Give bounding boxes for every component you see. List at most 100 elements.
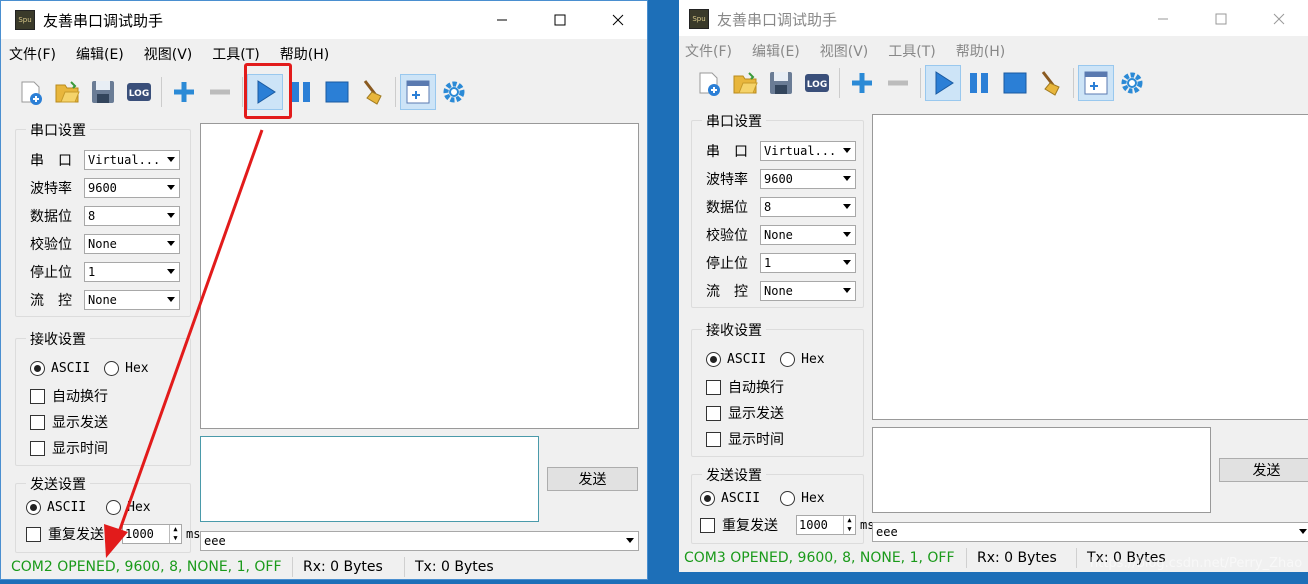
stopbits-label: 停止位 (706, 256, 748, 272)
svg-text:LOG: LOG (129, 89, 149, 99)
broom-clear-icon[interactable] (355, 74, 391, 110)
repeat-interval-spinbox[interactable]: 1000 ▲ ▼ (122, 524, 182, 544)
chevron-down-icon (843, 148, 851, 153)
baud-select[interactable]: 9600 (84, 178, 180, 198)
save-icon[interactable] (85, 74, 121, 110)
menu-view[interactable]: 视图(V) (818, 41, 871, 61)
port-select[interactable]: Virtual... (760, 141, 856, 161)
add-icon[interactable] (166, 74, 202, 110)
show-time-checkbox[interactable] (706, 431, 721, 447)
show-send-row: 显示发送 (30, 412, 108, 432)
menu-tools[interactable]: 工具(T) (886, 41, 937, 61)
receive-hex-label: Hex (801, 352, 825, 367)
port-select[interactable]: Virtual... (84, 150, 180, 170)
pause-icon[interactable] (961, 65, 997, 101)
chevron-down-icon (843, 288, 851, 293)
stop-icon[interactable] (319, 74, 355, 110)
receive-hex-radio[interactable] (780, 352, 796, 367)
menu-help[interactable]: 帮助(H) (954, 41, 1007, 61)
spin-up-icon[interactable]: ▲ (170, 525, 181, 534)
minimize-button[interactable] (1134, 0, 1192, 38)
close-button[interactable] (589, 1, 647, 39)
send-ascii-radio[interactable] (26, 500, 41, 515)
port-row: 串 口 Virtual... (30, 150, 180, 170)
spin-down-icon[interactable]: ▼ (844, 525, 855, 534)
log-icon[interactable]: LOG (121, 74, 157, 110)
minimize-button[interactable] (473, 1, 531, 39)
stopbits-select[interactable]: 1 (760, 253, 856, 273)
menu-edit[interactable]: 编辑(E) (74, 44, 126, 64)
send-button[interactable]: 发送 (1219, 458, 1308, 482)
receive-textarea[interactable] (200, 123, 639, 429)
flowcontrol-select[interactable]: None (760, 281, 856, 301)
send-textarea[interactable] (872, 427, 1211, 513)
port-label: 串 口 (30, 153, 72, 169)
send-button[interactable]: 发送 (547, 467, 638, 491)
maximize-button[interactable] (1192, 0, 1250, 38)
serial-settings-legend: 串口设置 (702, 111, 766, 131)
parity-select[interactable]: None (760, 225, 856, 245)
save-icon[interactable] (763, 65, 799, 101)
title-bar[interactable]: Spu 友善串口调试助手 (1, 1, 647, 39)
remove-icon[interactable] (202, 74, 238, 110)
close-button[interactable] (1250, 0, 1308, 38)
repeat-send-checkbox[interactable] (26, 526, 41, 542)
spin-down-icon[interactable]: ▼ (170, 534, 181, 543)
send-textarea[interactable] (200, 436, 539, 522)
show-send-checkbox[interactable] (30, 414, 45, 430)
add-icon[interactable] (844, 65, 880, 101)
receive-ascii-radio[interactable] (30, 361, 45, 376)
menu-edit[interactable]: 编辑(E) (750, 41, 802, 61)
receive-hex-radio[interactable] (104, 361, 120, 376)
open-folder-icon[interactable] (727, 65, 763, 101)
chevron-down-icon (843, 260, 851, 265)
databits-select[interactable]: 8 (84, 206, 180, 226)
menu-tools[interactable]: 工具(T) (210, 44, 261, 64)
baud-row: 波特率 9600 (706, 169, 856, 189)
new-icon[interactable] (13, 74, 49, 110)
show-send-label: 显示发送 (52, 415, 108, 431)
receive-textarea[interactable] (872, 114, 1308, 420)
send-history-select[interactable]: eee (872, 522, 1308, 542)
menu-file[interactable]: 文件(F) (683, 41, 734, 61)
maximize-button[interactable] (531, 1, 589, 39)
log-icon[interactable]: LOG (799, 65, 835, 101)
play-icon[interactable] (925, 65, 961, 101)
repeat-send-checkbox[interactable] (700, 517, 715, 533)
remove-icon[interactable] (880, 65, 916, 101)
play-button-highlight (244, 63, 292, 119)
receive-ascii-radio[interactable] (706, 352, 721, 367)
auto-wrap-checkbox[interactable] (30, 388, 45, 404)
send-settings-legend: 发送设置 (26, 474, 90, 494)
parity-row: 校验位 None (30, 234, 180, 254)
baud-select[interactable]: 9600 (760, 169, 856, 189)
send-history-select[interactable]: eee (200, 531, 639, 551)
flowcontrol-select[interactable]: None (84, 290, 180, 310)
settings-gear-icon[interactable] (436, 74, 472, 110)
menu-view[interactable]: 视图(V) (142, 44, 195, 64)
window-layout-icon[interactable] (400, 74, 436, 110)
auto-wrap-checkbox[interactable] (706, 379, 721, 395)
send-hex-radio[interactable] (780, 491, 796, 506)
show-send-checkbox[interactable] (706, 405, 721, 421)
parity-select[interactable]: None (84, 234, 180, 254)
databits-select[interactable]: 8 (760, 197, 856, 217)
show-time-checkbox[interactable] (30, 440, 45, 456)
settings-gear-icon[interactable] (1114, 65, 1150, 101)
broom-clear-icon[interactable] (1033, 65, 1069, 101)
title-bar[interactable]: Spu 友善串口调试助手 (679, 0, 1308, 38)
send-hex-radio[interactable] (106, 500, 122, 515)
menu-help[interactable]: 帮助(H) (278, 44, 331, 64)
spin-up-icon[interactable]: ▲ (844, 516, 855, 525)
stop-icon[interactable] (997, 65, 1033, 101)
auto-wrap-label: 自动换行 (728, 380, 784, 396)
open-folder-icon[interactable] (49, 74, 85, 110)
baud-label: 波特率 (706, 172, 748, 188)
auto-wrap-row: 自动换行 (706, 377, 784, 397)
new-icon[interactable] (691, 65, 727, 101)
repeat-interval-spinbox[interactable]: 1000 ▲ ▼ (796, 515, 856, 535)
stopbits-select[interactable]: 1 (84, 262, 180, 282)
send-ascii-radio[interactable] (700, 491, 715, 506)
menu-file[interactable]: 文件(F) (7, 44, 58, 64)
window-layout-icon[interactable] (1078, 65, 1114, 101)
